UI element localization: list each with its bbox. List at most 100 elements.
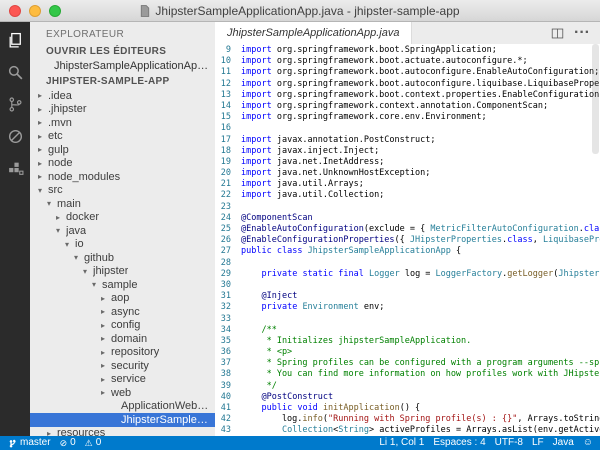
- chevron-right-icon[interactable]: ▸: [38, 105, 48, 114]
- tree-item-.jhipster[interactable]: ▸.jhipster: [30, 103, 215, 117]
- encoding[interactable]: UTF-8: [495, 436, 523, 450]
- line-number: 17: [215, 135, 241, 146]
- chevron-right-icon[interactable]: ▸: [101, 321, 111, 330]
- tree-item-src[interactable]: ▾src: [30, 184, 215, 198]
- code-line-21: 21import java.util.Arrays;: [215, 179, 600, 190]
- tab-label: JhipsterSampleApplicationApp.java: [227, 27, 399, 39]
- more-actions-icon[interactable]: ···: [574, 24, 590, 42]
- chevron-right-icon[interactable]: ▸: [101, 361, 111, 370]
- code-text: import org.springframework.boot.SpringAp…: [241, 45, 600, 56]
- error-indicator[interactable]: ⊘ 0: [60, 436, 76, 450]
- tree-item-jhipstersampleapplicationapp.java[interactable]: JhipsterSampleApplicationApp.java: [30, 413, 215, 427]
- chevron-right-icon[interactable]: ▸: [101, 375, 111, 384]
- extensions-icon[interactable]: [4, 158, 26, 178]
- tree-item-github[interactable]: ▾github: [30, 251, 215, 265]
- explorer-icon[interactable]: [4, 30, 26, 50]
- chevron-right-icon[interactable]: ▸: [101, 294, 111, 303]
- warning-indicator[interactable]: ⚠ 0: [85, 436, 102, 450]
- chevron-right-icon[interactable]: ▸: [38, 132, 48, 141]
- tree-item-service[interactable]: ▸service: [30, 373, 215, 387]
- git-branch-indicator[interactable]: master: [7, 436, 51, 450]
- chevron-right-icon[interactable]: ▸: [101, 348, 111, 357]
- tab-jhipster-sample-application-app[interactable]: JhipsterSampleApplicationApp.java: [215, 22, 412, 44]
- split-editor-icon[interactable]: [551, 27, 564, 40]
- tree-item-web[interactable]: ▸web: [30, 386, 215, 400]
- chevron-down-icon[interactable]: ▾: [47, 199, 57, 208]
- chevron-right-icon[interactable]: ▸: [101, 307, 111, 316]
- code-editor[interactable]: 9import org.springframework.boot.SpringA…: [215, 44, 600, 436]
- tree-item-sample[interactable]: ▾sample: [30, 278, 215, 292]
- minimize-button[interactable]: [29, 5, 41, 17]
- open-editor-item[interactable]: JhipsterSampleApplicationApp.javasrc/mai…: [30, 59, 215, 74]
- chevron-right-icon[interactable]: ▸: [38, 91, 48, 100]
- tree-item-gulp[interactable]: ▸gulp: [30, 143, 215, 157]
- tree-item-aop[interactable]: ▸aop: [30, 292, 215, 306]
- tree-item-java[interactable]: ▾java: [30, 224, 215, 238]
- chevron-right-icon[interactable]: ▸: [56, 213, 66, 222]
- chevron-right-icon[interactable]: ▸: [101, 388, 111, 397]
- chevron-down-icon[interactable]: ▾: [74, 253, 84, 262]
- chevron-right-icon[interactable]: ▸: [38, 145, 48, 154]
- status-bar: master ⊘ 0 ⚠ 0 Li 1, Col 1 Espaces : 4 UTF…: [0, 436, 600, 450]
- chevron-down-icon[interactable]: ▾: [65, 240, 75, 249]
- tree-item-config[interactable]: ▸config: [30, 319, 215, 333]
- line-number: 28: [215, 258, 241, 269]
- code-line-9: 9import org.springframework.boot.SpringA…: [215, 45, 600, 56]
- tree-item-label: node_modules: [48, 171, 120, 183]
- open-editors-header[interactable]: OUVRIR LES ÉDITEURS: [30, 44, 215, 59]
- tree-item-.mvn[interactable]: ▸.mvn: [30, 116, 215, 130]
- tree-item-async[interactable]: ▸async: [30, 305, 215, 319]
- code-line-24: 24@ComponentScan: [215, 213, 600, 224]
- code-line-38: 38 * You can find more information on ho…: [215, 369, 600, 380]
- tree-item-security[interactable]: ▸security: [30, 359, 215, 373]
- chevron-down-icon[interactable]: ▾: [56, 226, 66, 235]
- source-control-icon[interactable]: [4, 94, 26, 114]
- search-icon[interactable]: [4, 62, 26, 82]
- code-text: public class JhipsterSampleApplicationAp…: [241, 246, 600, 257]
- chevron-right-icon[interactable]: ▸: [47, 429, 57, 436]
- chevron-down-icon[interactable]: ▾: [38, 186, 48, 195]
- close-button[interactable]: [9, 5, 21, 17]
- error-count: 0: [70, 436, 76, 450]
- zoom-button[interactable]: [49, 5, 61, 17]
- indent-setting[interactable]: Espaces : 4: [433, 436, 485, 450]
- line-number: 32: [215, 302, 241, 313]
- tree-item-applicationwebxml.java[interactable]: ApplicationWebXml.java: [30, 400, 215, 414]
- tree-item-domain[interactable]: ▸domain: [30, 332, 215, 346]
- line-number: 40: [215, 392, 241, 403]
- cursor-position[interactable]: Li 1, Col 1: [379, 436, 424, 450]
- chevron-down-icon[interactable]: ▾: [83, 267, 93, 276]
- tree-item-label: aop: [111, 292, 129, 304]
- feedback-smiley-icon[interactable]: ☺: [583, 436, 593, 450]
- code-text: import java.net.UnknownHostException;: [241, 168, 600, 179]
- line-ending[interactable]: LF: [532, 436, 544, 450]
- tree-item-label: JhipsterSampleApplicationApp.java: [121, 414, 215, 426]
- chevron-right-icon[interactable]: ▸: [38, 172, 48, 181]
- tree-item-label: java: [66, 225, 86, 237]
- code-text: import java.util.Arrays;: [241, 179, 600, 190]
- editor-scrollbar[interactable]: [592, 44, 599, 154]
- line-number: 16: [215, 123, 241, 134]
- tree-item-node[interactable]: ▸node: [30, 157, 215, 171]
- line-number: 25: [215, 224, 241, 235]
- tree-item-node_modules[interactable]: ▸node_modules: [30, 170, 215, 184]
- tree-item-docker[interactable]: ▸docker: [30, 211, 215, 225]
- tree-item-io[interactable]: ▾io: [30, 238, 215, 252]
- chevron-right-icon[interactable]: ▸: [38, 118, 48, 127]
- chevron-right-icon[interactable]: ▸: [38, 159, 48, 168]
- explorer-sidebar: EXPLORATEUR OUVRIR LES ÉDITEURS Jhipster…: [30, 22, 215, 436]
- tree-item-resources[interactable]: ▸resources: [30, 427, 215, 437]
- debug-icon[interactable]: [4, 126, 26, 146]
- chevron-down-icon[interactable]: ▾: [92, 280, 102, 289]
- line-number: 42: [215, 414, 241, 425]
- code-line-13: 13import org.springframework.boot.contex…: [215, 90, 600, 101]
- tree-item-etc[interactable]: ▸etc: [30, 130, 215, 144]
- chevron-right-icon[interactable]: ▸: [101, 334, 111, 343]
- tree-item-label: main: [57, 198, 81, 210]
- tree-item-jhipster[interactable]: ▾jhipster: [30, 265, 215, 279]
- tree-item-repository[interactable]: ▸repository: [30, 346, 215, 360]
- project-header[interactable]: JHIPSTER-SAMPLE-APP: [30, 74, 215, 89]
- tree-item-.idea[interactable]: ▸.idea: [30, 89, 215, 103]
- tree-item-main[interactable]: ▾main: [30, 197, 215, 211]
- language-mode[interactable]: Java: [553, 436, 574, 450]
